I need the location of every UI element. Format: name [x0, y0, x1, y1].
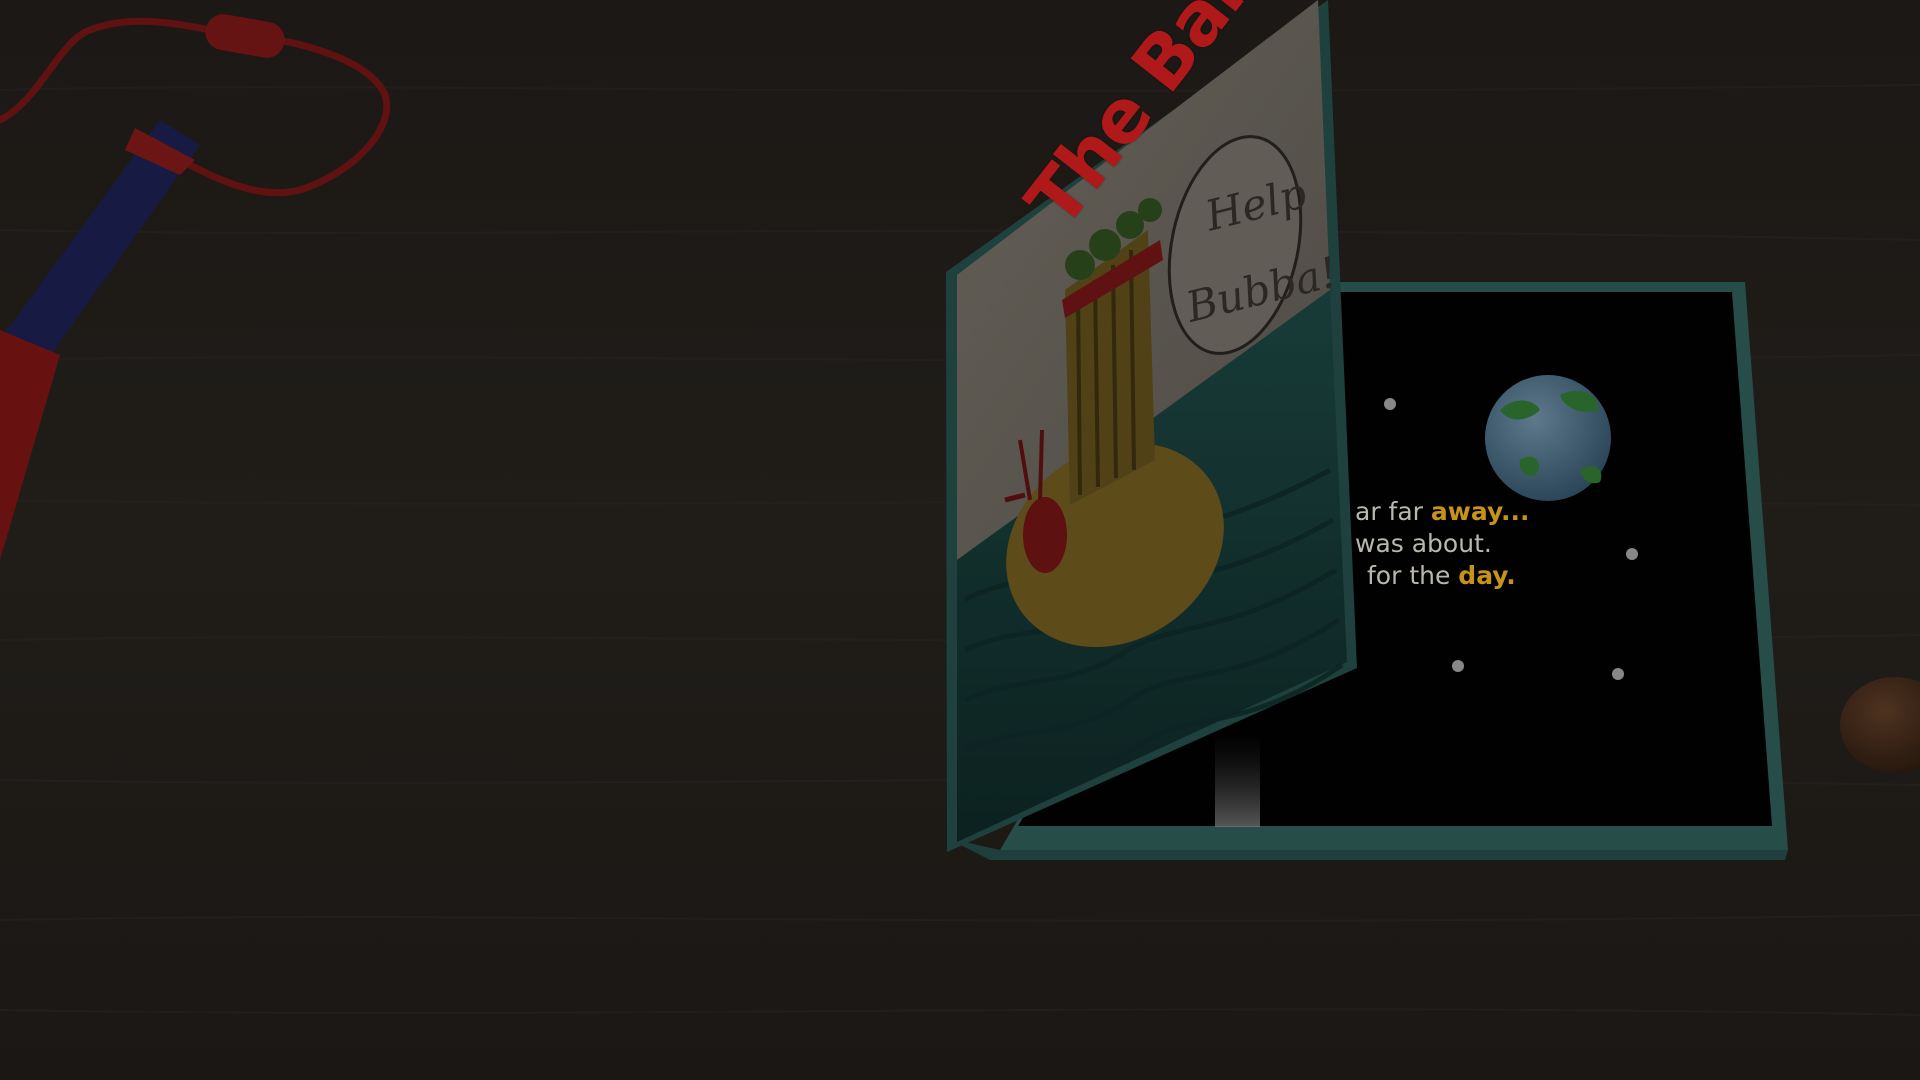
dim-overlay — [0, 0, 1920, 1080]
game-scene — [0, 0, 1920, 1080]
